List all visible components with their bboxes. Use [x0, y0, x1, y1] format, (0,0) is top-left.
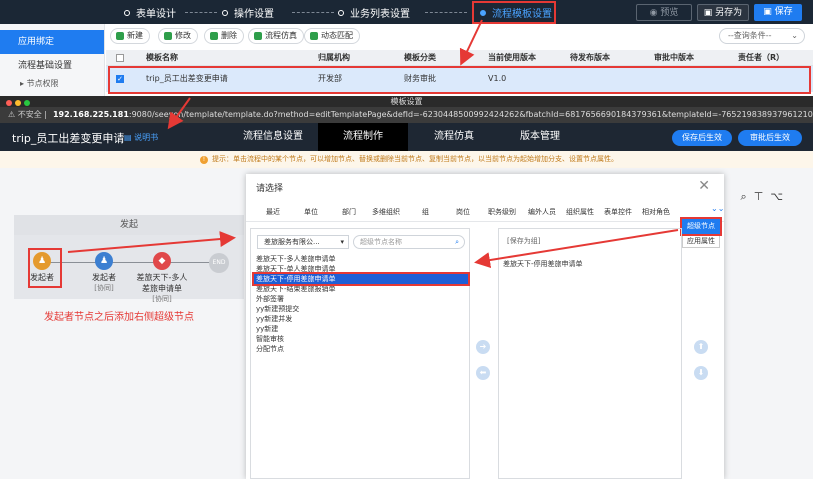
- arrow-to-list: [474, 229, 679, 269]
- arrow-to-row: [459, 19, 483, 66]
- annotation-arrows: [67, 19, 679, 269]
- arrow-to-dialog: [67, 231, 236, 253]
- arrow-to-flow-tab: [167, 97, 191, 130]
